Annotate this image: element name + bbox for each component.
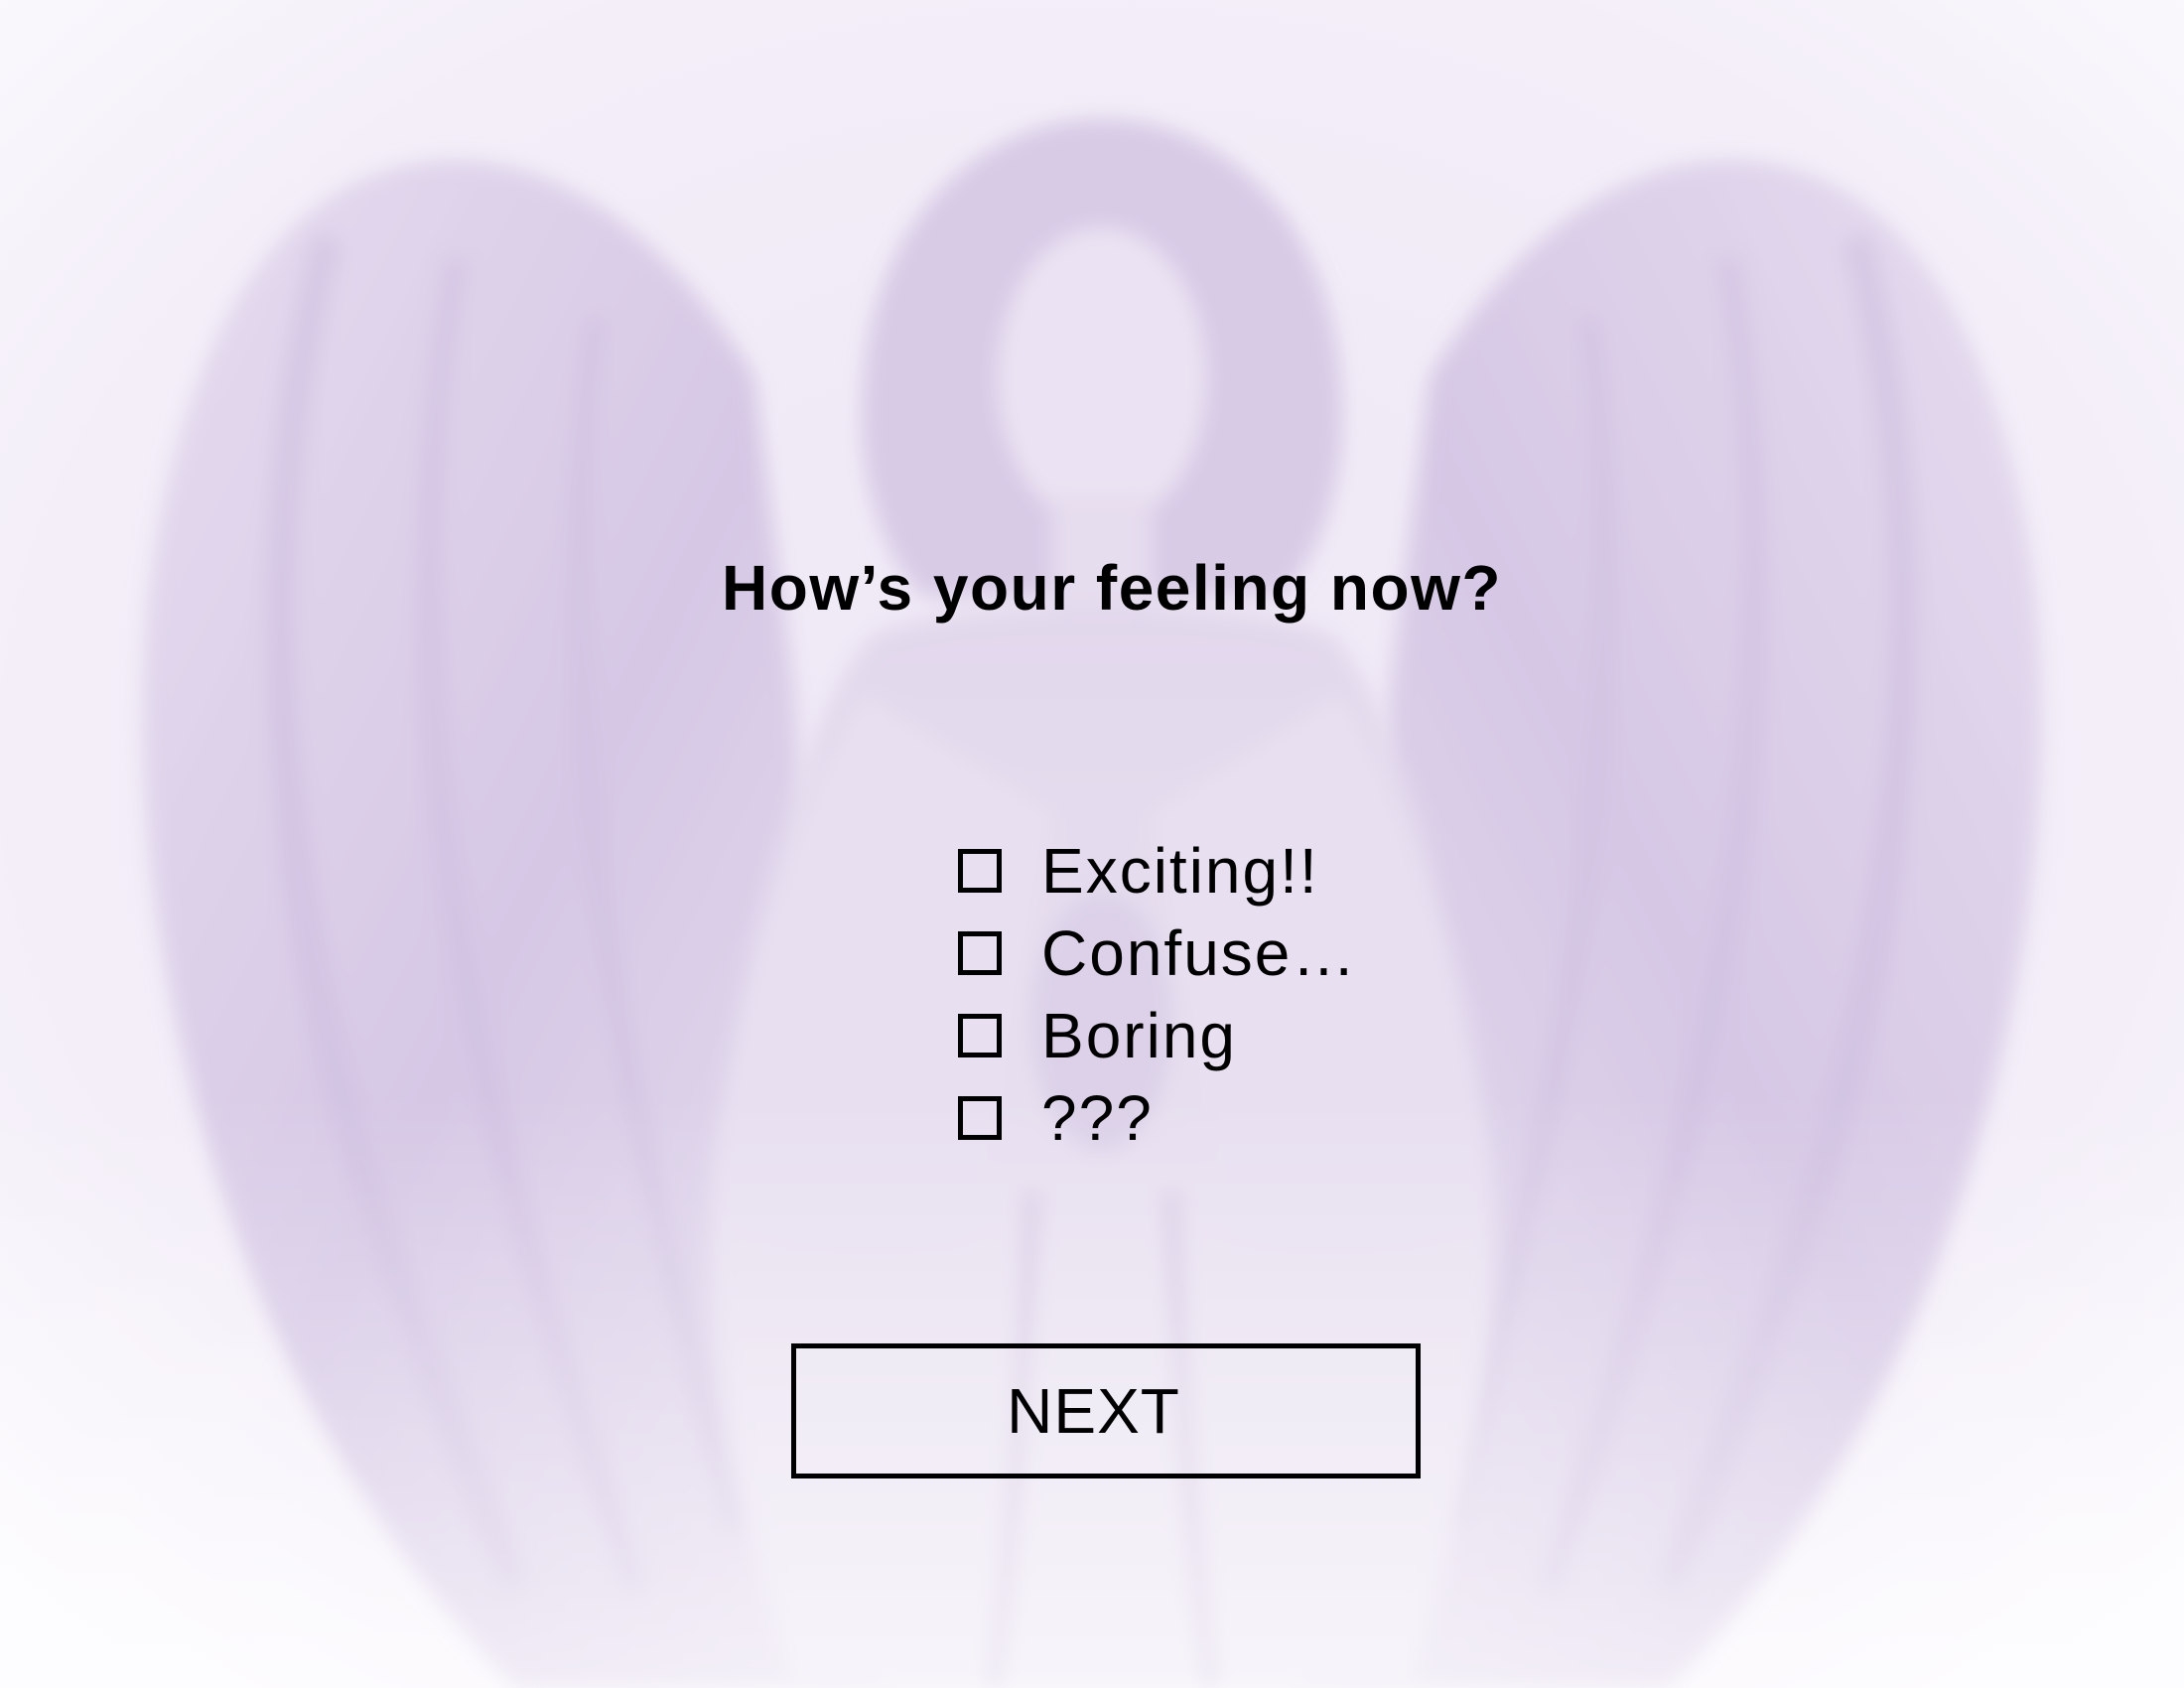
option-exciting[interactable]: Exciting!! [958, 829, 1357, 912]
option-confuse[interactable]: Confuse… [958, 912, 1357, 994]
checkbox[interactable] [958, 930, 1002, 975]
option-label: ??? [1041, 1081, 1154, 1154]
option-boring[interactable]: Boring [958, 994, 1357, 1076]
next-button-label: NEXT [1007, 1375, 1180, 1447]
option-label: Boring [1041, 999, 1237, 1071]
checkbox[interactable] [958, 848, 1002, 893]
question-heading: How’s your feeling now? [722, 552, 1502, 624]
option-label: Confuse… [1041, 916, 1358, 989]
next-button[interactable]: NEXT [791, 1343, 1421, 1478]
option-label: Exciting!! [1041, 834, 1319, 907]
checkbox[interactable] [958, 1095, 1002, 1140]
option-unknown[interactable]: ??? [958, 1076, 1357, 1159]
feeling-options: Exciting!! Confuse… Boring ??? [958, 829, 1357, 1159]
checkbox[interactable] [958, 1013, 1002, 1057]
